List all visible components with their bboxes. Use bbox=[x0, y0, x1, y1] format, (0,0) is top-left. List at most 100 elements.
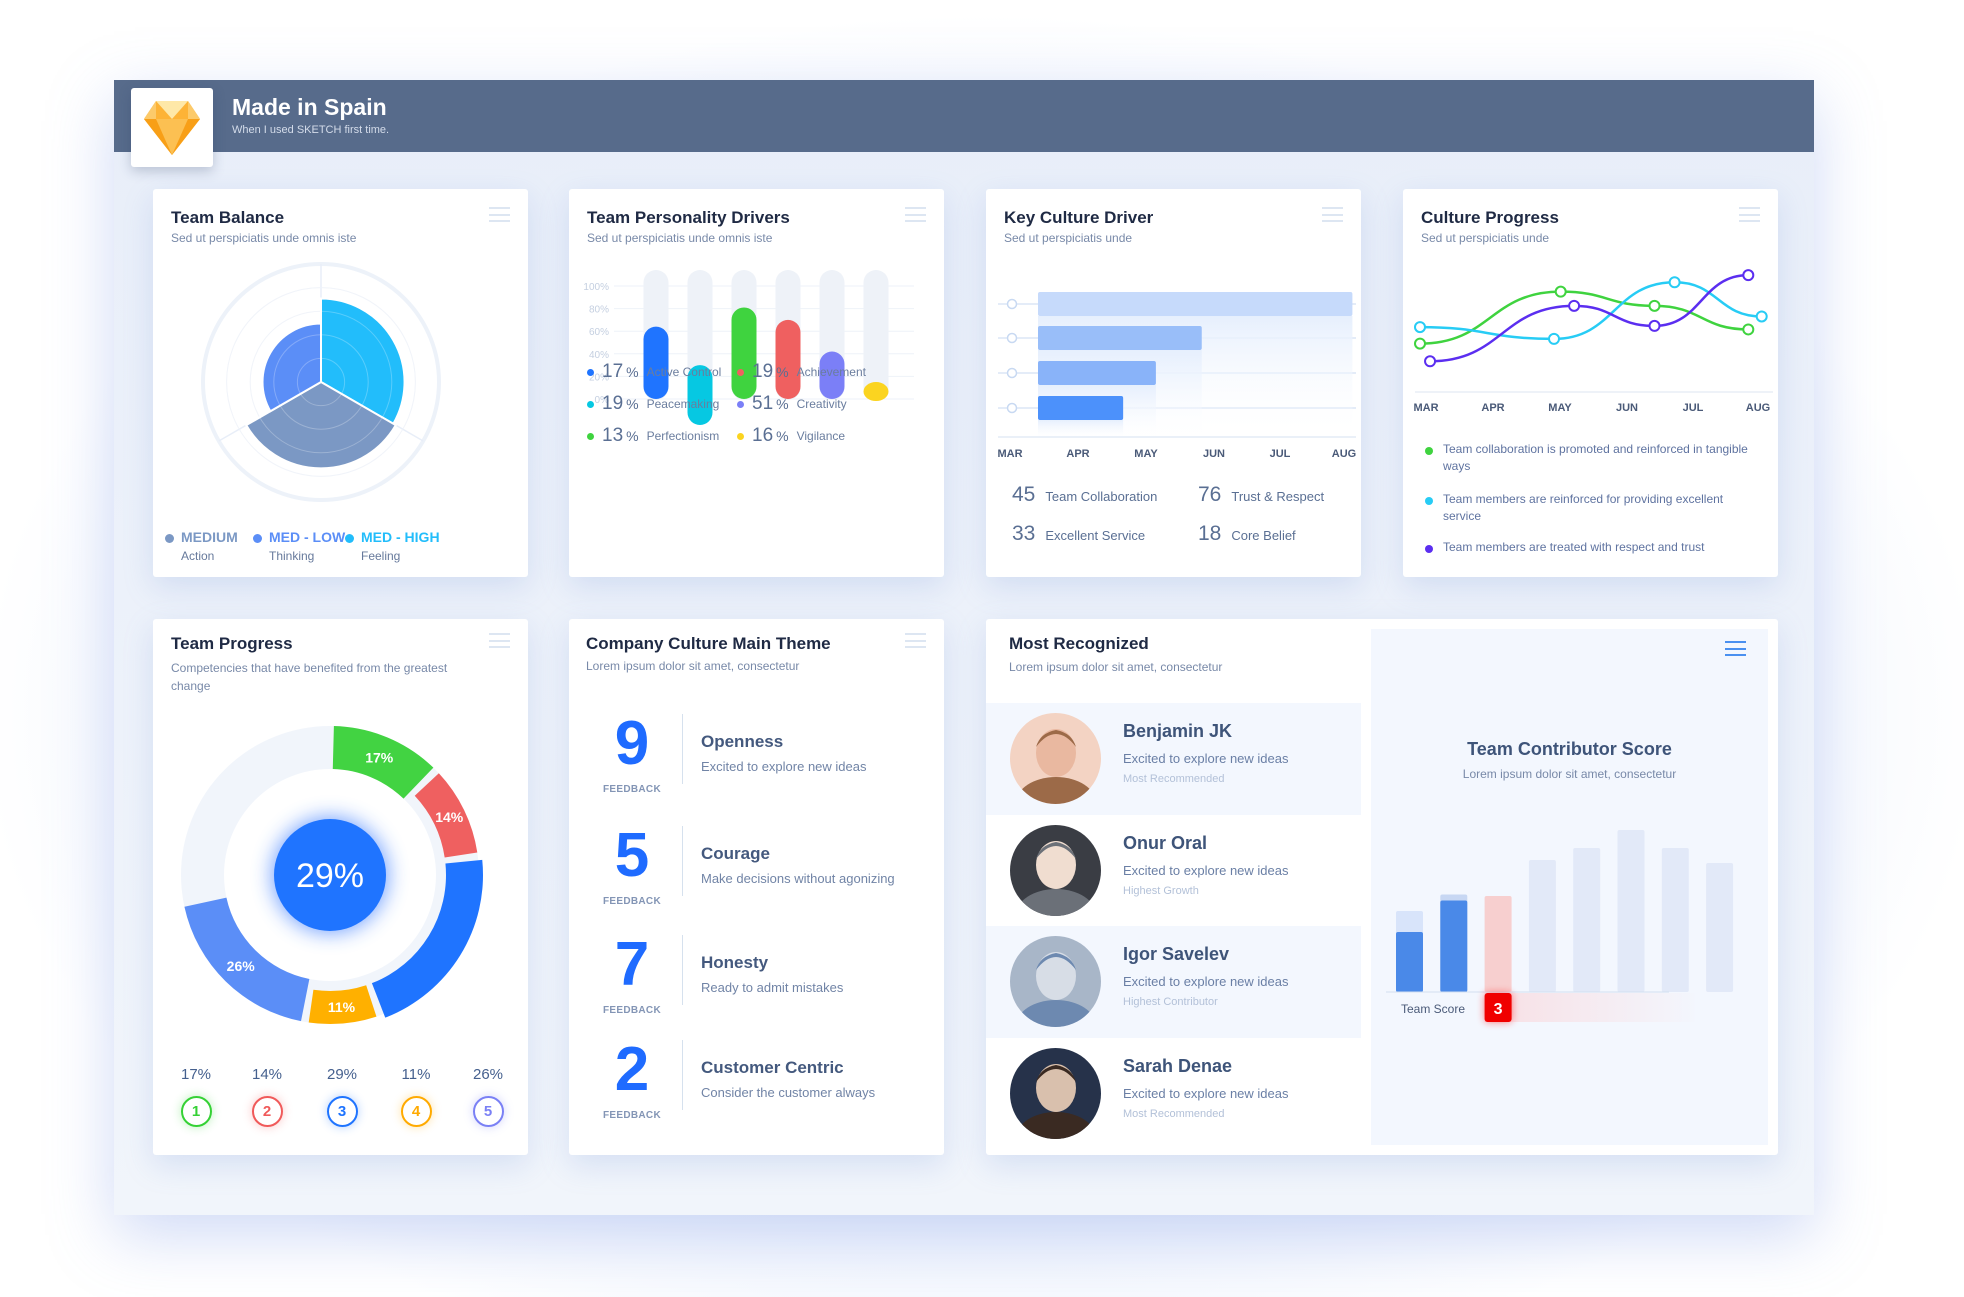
stat-value: 45 bbox=[1012, 483, 1036, 506]
legend-index-badge[interactable]: 1 bbox=[180, 1096, 212, 1127]
legend-level: MED - HIGH bbox=[361, 529, 440, 545]
line-point bbox=[1424, 355, 1437, 368]
x-tick-label: APR bbox=[1066, 448, 1089, 460]
card-title: Company Culture Main Theme bbox=[586, 634, 831, 653]
legend-index-badge[interactable]: 5 bbox=[472, 1096, 504, 1127]
bar-shadow bbox=[1038, 420, 1124, 439]
legend-value: 51 bbox=[752, 393, 774, 414]
legend-label: Feeling bbox=[361, 549, 401, 563]
legend-value: 17% bbox=[180, 1066, 212, 1083]
donut-slice-label: 17% bbox=[365, 749, 394, 765]
theme-item: 2 FEEDBACK Customer Centric Consider the cu… bbox=[587, 1036, 927, 1142]
x-tick-label: JUN bbox=[1616, 402, 1638, 414]
legend-item: 26% 5 bbox=[463, 1066, 513, 1127]
legend-unit: % bbox=[776, 364, 789, 380]
bar-1 bbox=[1038, 292, 1353, 316]
key-culture-card: Key Culture Driver Sed ut perspiciatis u… bbox=[986, 189, 1361, 577]
donut-slice-label: 11% bbox=[328, 999, 356, 1015]
legend-dot bbox=[165, 534, 174, 543]
divider bbox=[682, 935, 683, 1005]
legend-item: 17% Active Control bbox=[587, 361, 721, 383]
legend-value: 17 bbox=[602, 361, 624, 382]
feedback-count: 5 bbox=[614, 821, 650, 890]
stat-label: Excellent Service bbox=[1045, 528, 1146, 543]
stat-item: 76 Trust & Respect bbox=[1198, 483, 1324, 507]
line-point bbox=[1648, 299, 1661, 312]
menu-icon[interactable] bbox=[905, 633, 926, 648]
feedback-label: FEEDBACK bbox=[603, 1005, 661, 1016]
line-point bbox=[1414, 321, 1426, 334]
person-tag: Most Recommended bbox=[1123, 773, 1225, 785]
legend-item: 16% Vigilance bbox=[737, 425, 845, 447]
legend-dot bbox=[737, 400, 744, 408]
divider bbox=[682, 1040, 683, 1110]
legend-text: Team members are reinforced for providin… bbox=[1443, 492, 1724, 523]
legend-dot bbox=[1425, 447, 1433, 455]
person-name: Sarah Denae bbox=[1123, 1056, 1233, 1076]
bar-3 bbox=[1038, 361, 1156, 385]
legend-value: 14% bbox=[251, 1066, 283, 1083]
bar-4 bbox=[1528, 860, 1556, 992]
feedback-label: FEEDBACK bbox=[603, 784, 661, 795]
theme-item: 9 FEEDBACK Openness Excited to explore new … bbox=[587, 710, 927, 816]
legend-label: Vigilance bbox=[796, 429, 846, 443]
sketch-diamond-icon[interactable] bbox=[131, 88, 213, 167]
bar-4 bbox=[1038, 396, 1124, 420]
x-tick-label: AUG bbox=[1746, 402, 1770, 414]
bar-perfectionism bbox=[731, 307, 757, 399]
bar-value-2 bbox=[1440, 900, 1468, 992]
legend-item: 14% 2 bbox=[242, 1066, 292, 1127]
legend-value: 29% bbox=[326, 1066, 358, 1083]
person-description: Excited to explore new ideas bbox=[1123, 863, 1289, 878]
bar-2 bbox=[1038, 326, 1202, 350]
bar-achievement bbox=[775, 319, 801, 399]
team-balance-chart bbox=[201, 262, 441, 502]
legend-label: Peacemaking bbox=[646, 397, 720, 411]
bar-track bbox=[863, 270, 889, 400]
legend-index-badge[interactable]: 3 bbox=[326, 1096, 358, 1127]
bar-value-1 bbox=[1396, 932, 1423, 992]
legend-unit: % bbox=[776, 396, 789, 412]
grid-marker bbox=[1006, 298, 1018, 310]
card-title: Most Recognized bbox=[1009, 634, 1149, 653]
legend-dot bbox=[1425, 545, 1433, 553]
legend-unit: % bbox=[626, 428, 639, 444]
bar-vigilance bbox=[863, 382, 889, 402]
legend-item: 19% Peacemaking bbox=[587, 393, 719, 415]
bar-8 bbox=[1706, 863, 1734, 992]
theme-description: Make decisions without agonizing bbox=[701, 871, 895, 886]
line-point bbox=[1755, 310, 1768, 323]
person-tag: Most Recommended bbox=[1123, 1108, 1225, 1120]
person-description: Excited to explore new ideas bbox=[1123, 751, 1289, 766]
line-point bbox=[1554, 285, 1567, 298]
stat-label: Team Collaboration bbox=[1045, 489, 1158, 504]
legend-label: Perfectionism bbox=[646, 429, 720, 443]
list-item[interactable]: Benjamin JK Excited to explore new ideas M… bbox=[986, 703, 1361, 815]
legend-value: 26% bbox=[472, 1066, 504, 1083]
list-item[interactable]: Igor Savelev Excited to explore new ideas… bbox=[986, 926, 1361, 1038]
stat-item: 18 Core Belief bbox=[1198, 522, 1296, 546]
legend-index-badge[interactable]: 2 bbox=[251, 1096, 283, 1127]
line-point bbox=[1414, 337, 1426, 350]
y-tick-label: 80% bbox=[589, 305, 609, 316]
theme-item: 5 FEEDBACK Courage Make decisions without a… bbox=[587, 822, 927, 928]
theme-item: 7 FEEDBACK Honesty Ready to admit mistakes bbox=[587, 931, 927, 1037]
legend-text: Team collaboration is promoted and reinf… bbox=[1443, 442, 1748, 473]
legend-index-badge[interactable]: 4 bbox=[400, 1096, 432, 1127]
score-band bbox=[1484, 993, 1695, 1022]
legend-value: 19 bbox=[752, 361, 774, 382]
bar-7 bbox=[1661, 848, 1689, 992]
donut-slice-label: 14% bbox=[435, 809, 464, 825]
list-item[interactable]: Sarah Denae Excited to explore new ideas M… bbox=[986, 1038, 1361, 1150]
list-item[interactable]: Onur Oral Excited to explore new ideas Hig… bbox=[986, 815, 1361, 927]
person-tag: Highest Growth bbox=[1123, 885, 1199, 897]
legend-dot bbox=[737, 368, 744, 376]
score-value: 3 bbox=[1494, 1001, 1503, 1018]
contributor-chart: 3 Team Score bbox=[1386, 830, 1734, 1022]
app-subtitle: When I used SKETCH first time. bbox=[232, 124, 390, 136]
x-tick-label: MAR bbox=[997, 448, 1022, 460]
x-tick-label: AUG bbox=[1332, 448, 1356, 460]
avatar bbox=[1010, 1048, 1101, 1139]
line-point bbox=[1742, 323, 1755, 336]
divider bbox=[682, 714, 683, 784]
